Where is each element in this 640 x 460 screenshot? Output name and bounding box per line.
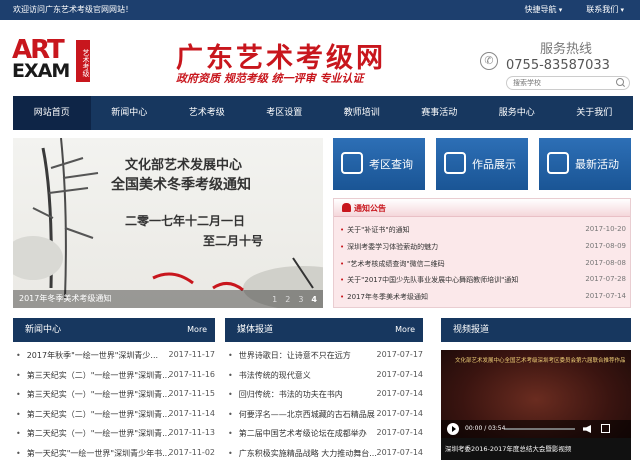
media-list: 世界诗歌日：让诗意不只在远方2017-07-17 书法传统的现代意义2017-0…: [225, 350, 423, 460]
video-column: 视频报道 文化部艺术发展中心全国艺术考级深圳考区委员会第六届联合推荐作品展 00…: [441, 318, 631, 460]
video-controls: 00:00 / 03:54: [441, 420, 631, 438]
search-icon[interactable]: [615, 78, 625, 88]
notice-item[interactable]: • 深圳考委学习体验萦劫的魅力 2017-08-09: [340, 242, 626, 259]
media-item[interactable]: 何要浮名——北京西城藏的古石精品展2017-07-14: [225, 409, 423, 429]
notice-item[interactable]: • 2017年冬季美术考级通知 2017-07-14: [340, 292, 626, 309]
video-title: 视频报道: [453, 325, 490, 335]
banner-caption[interactable]: 2017年冬季美术考级通知: [19, 293, 111, 304]
news-item[interactable]: 第一天纪实"一绘一世界"深圳青少年书...2017-11-02: [13, 448, 215, 460]
news-item[interactable]: 第三天纪实（二）"一绘一世界"深圳青...2017-11-16: [13, 370, 215, 390]
top-bar: 欢迎访问广东艺术考级官网网站！ 快捷导航 联系我们: [0, 0, 640, 20]
nav-teacher-training[interactable]: 教师培训: [323, 96, 401, 130]
media-item[interactable]: 广东积极实施精品战略 大力推动舞台...2017-07-14: [225, 448, 423, 460]
media-item[interactable]: 世界诗歌日：让诗意不只在远方2017-07-17: [225, 350, 423, 370]
banner-line-4: 至二月十号: [203, 234, 264, 248]
banner-pager: 1 2 3 4: [272, 295, 317, 304]
notice-panel: 通知公告 • 关于"补证书"的通知 2017-10-20 • 深圳考委学习体验萦劫的魅…: [333, 198, 631, 308]
top-links: 快捷导航 联系我们: [525, 4, 625, 15]
nav-exam-areas[interactable]: 考区设置: [246, 96, 324, 130]
media-item[interactable]: 第二届中国艺术考级论坛在成都举办2017-07-14: [225, 428, 423, 448]
works-showcase-label: 作品展示: [472, 158, 516, 171]
logo-art-text: ART: [12, 35, 65, 65]
news-item[interactable]: 第二天纪实（二）"一绘一世界"深圳青...2017-11-14: [13, 409, 215, 429]
hotline-label: 服务热线: [540, 42, 593, 57]
media-item[interactable]: 回归传统：书法的功夫在书内2017-07-14: [225, 389, 423, 409]
banner-page-2[interactable]: 2: [285, 295, 290, 304]
bell-icon: [342, 203, 351, 212]
search-input[interactable]: [513, 78, 609, 88]
news-list: 2017年秋季"一绘一世界"深圳青少...2017-11-17 第三天纪实（二）…: [13, 350, 215, 460]
banner-page-1[interactable]: 1: [272, 295, 277, 304]
notice-item[interactable]: • 关于"2017中国少先队事业发展中心舞蹈教师培训"通知 2017-07-28: [340, 275, 626, 292]
nav-service[interactable]: 服务中心: [478, 96, 556, 130]
notice-title: 通知公告: [354, 204, 386, 213]
notice-list: • 关于"补证书"的通知 2017-10-20 • 深圳考委学习体验萦劫的魅力 2017…: [340, 225, 626, 309]
notice-header: 通知公告: [334, 199, 630, 217]
nav-events[interactable]: 赛事活动: [401, 96, 479, 130]
media-header: 媒体报道 More: [225, 318, 423, 342]
video-player[interactable]: 文化部艺术发展中心全国艺术考级深圳考区委员会第六届联合推荐作品展 00:00 /…: [441, 350, 631, 460]
banner-line-3: 二零一七年十二月一日: [125, 214, 246, 228]
hotline: ✆ 服务热线 0755-83587033: [480, 38, 620, 78]
works-showcase-button[interactable]: 作品展示: [436, 138, 528, 190]
play-icon[interactable]: [447, 423, 459, 435]
nav-art-exam[interactable]: 艺术考级: [168, 96, 246, 130]
nav-home[interactable]: 网站首页: [13, 96, 91, 130]
video-progress-bar[interactable]: [505, 428, 575, 430]
site-slogan: 政府资质 规范考级 统一评审 专业认证: [176, 72, 364, 85]
media-item[interactable]: 书法传统的现代意义2017-07-14: [225, 370, 423, 390]
video-caption-bar: 深圳考委2016-2017年度总结大会暨影视频: [441, 438, 631, 460]
news-header: 新闻中心 More: [13, 318, 215, 342]
volume-icon[interactable]: [583, 425, 591, 433]
latest-events-button[interactable]: 最新活动: [539, 138, 631, 190]
main-nav: 网站首页 新闻中心 艺术考级 考区设置 教师培训 赛事活动 服务中心 关于我们: [13, 96, 633, 130]
phone-icon: ✆: [480, 52, 498, 70]
news-column: 新闻中心 More 2017年秋季"一绘一世界"深圳青少...2017-11-1…: [13, 318, 215, 460]
image-icon: [444, 152, 466, 174]
search-box: [506, 76, 630, 90]
logo-vertical-text: 艺术考级: [76, 40, 90, 82]
exam-area-query-button[interactable]: 考区查询: [333, 138, 425, 190]
video-caption[interactable]: 深圳考委2016-2017年度总结大会暨影视频: [445, 443, 571, 453]
media-more-link[interactable]: More: [395, 318, 415, 342]
news-item[interactable]: 第二天纪实（一）"一绘一世界"深圳青...2017-11-13: [13, 428, 215, 448]
video-header: 视频报道: [441, 318, 631, 342]
notice-item[interactable]: • "艺术考核成绩查询"微信二维码 2017-08-08: [340, 259, 626, 276]
news-item[interactable]: 2017年秋季"一绘一世界"深圳青少...2017-11-17: [13, 350, 215, 370]
site-logo[interactable]: ART EXAM 艺术考级: [12, 35, 92, 84]
media-title: 媒体报道: [237, 325, 274, 335]
banner-slideshow[interactable]: 文化部艺术发展中心 全国美术冬季考级通知 二零一七年十二月一日 至二月十号 20…: [13, 138, 323, 308]
exam-area-query-label: 考区查询: [369, 158, 413, 171]
hotline-number: 0755-83587033: [506, 58, 610, 73]
fullscreen-icon[interactable]: [601, 424, 610, 433]
welcome-text: 欢迎访问广东艺术考级官网网站！: [13, 5, 133, 14]
banner-page-4[interactable]: 4: [311, 295, 317, 304]
notice-item[interactable]: • 关于"补证书"的通知 2017-10-20: [340, 225, 626, 242]
news-more-link[interactable]: More: [187, 318, 207, 342]
news-title: 新闻中心: [25, 325, 62, 335]
banner-page-3[interactable]: 3: [298, 295, 303, 304]
news-item[interactable]: 第三天纪实（一）"一绘一世界"深圳青...2017-11-15: [13, 389, 215, 409]
media-column: 媒体报道 More 世界诗歌日：让诗意不只在远方2017-07-17 书法传统的…: [225, 318, 423, 460]
banner-line-2: 全国美术冬季考级通知: [111, 177, 251, 193]
video-time: 00:00 / 03:54: [465, 425, 506, 432]
quick-nav-link[interactable]: 快捷导航: [525, 4, 563, 15]
site-header: ART EXAM 艺术考级 广东艺术考级网 政府资质 规范考级 统一评审 专业认…: [0, 20, 640, 96]
banner-line-1: 文化部艺术发展中心: [125, 158, 243, 173]
latest-events-label: 最新活动: [575, 158, 619, 171]
nav-about[interactable]: 关于我们: [556, 96, 634, 130]
calendar-icon: [547, 152, 569, 174]
video-stage-text: 文化部艺术发展中心全国艺术考级深圳考区委员会第六届联合推荐作品展: [455, 358, 625, 364]
nav-news[interactable]: 新闻中心: [91, 96, 169, 130]
logo-exam-text: EXAM: [12, 60, 70, 82]
contact-link[interactable]: 联系我们: [586, 4, 624, 15]
building-icon: [341, 152, 363, 174]
